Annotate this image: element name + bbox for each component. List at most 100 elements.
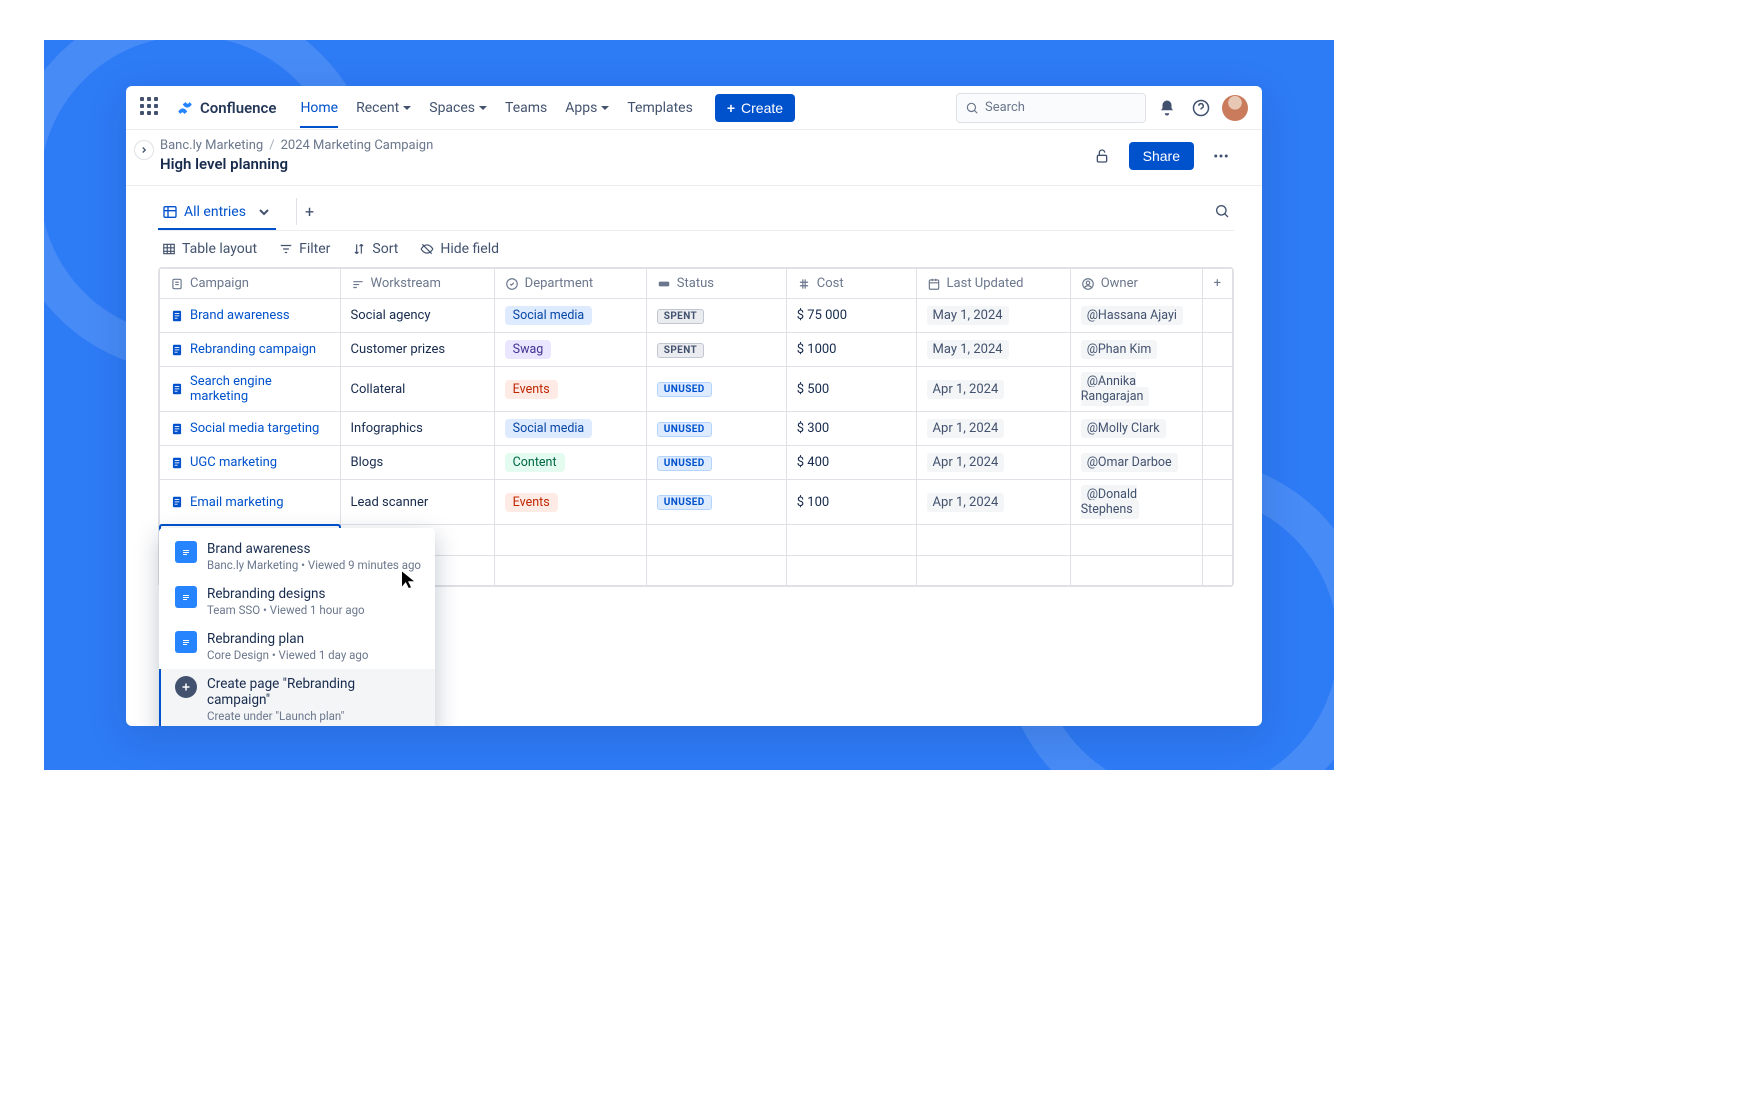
- add-view-button[interactable]: +: [296, 198, 322, 225]
- campaign-link[interactable]: Rebranding campaign: [170, 342, 330, 357]
- date-cell[interactable]: Apr 1, 2024: [916, 367, 1070, 412]
- department-cell[interactable]: Swag: [494, 333, 646, 367]
- owner-cell[interactable]: @Molly Clark: [1070, 412, 1202, 446]
- owner-cell[interactable]: @Omar Darboe: [1070, 446, 1202, 480]
- col-workstream[interactable]: Workstream: [340, 269, 494, 299]
- page-icon: [175, 586, 197, 608]
- status-cell[interactable]: SPENT: [646, 299, 786, 333]
- col-updated[interactable]: Last Updated: [916, 269, 1070, 299]
- col-cost[interactable]: Cost: [786, 269, 916, 299]
- notifications-icon[interactable]: [1154, 95, 1180, 121]
- date-cell[interactable]: Apr 1, 2024: [916, 480, 1070, 525]
- profile-avatar[interactable]: [1222, 95, 1248, 121]
- status-cell[interactable]: UNUSED: [646, 446, 786, 480]
- database-table: Campaign Workstream Department Status Co…: [158, 267, 1234, 587]
- database-content: All entries + Table layout Filter Sort H…: [126, 186, 1262, 607]
- campaign-link[interactable]: UGC marketing: [170, 455, 330, 470]
- breadcrumb-parent[interactable]: 2024 Marketing Campaign: [281, 138, 434, 153]
- create-button[interactable]: Create: [715, 94, 795, 122]
- workstream-cell[interactable]: Blogs: [340, 446, 494, 480]
- department-cell[interactable]: Social media: [494, 412, 646, 446]
- page-header: Banc.ly Marketing/2024 Marketing Campaig…: [126, 130, 1262, 186]
- cost-cell[interactable]: $ 300: [786, 412, 916, 446]
- status-cell[interactable]: UNUSED: [646, 367, 786, 412]
- page-title: High level planning: [160, 155, 433, 173]
- col-status[interactable]: Status: [646, 269, 786, 299]
- col-owner[interactable]: Owner: [1070, 269, 1202, 299]
- status-cell[interactable]: UNUSED: [646, 480, 786, 525]
- view-tab-all-entries[interactable]: All entries: [158, 196, 276, 230]
- table-search-icon[interactable]: [1210, 199, 1234, 227]
- cost-cell[interactable]: $ 100: [786, 480, 916, 525]
- workstream-cell[interactable]: Collateral: [340, 367, 494, 412]
- owner-cell[interactable]: @Annika Rangarajan: [1070, 367, 1202, 412]
- department-cell[interactable]: Events: [494, 480, 646, 525]
- app-switcher-icon[interactable]: [140, 97, 162, 119]
- nav-teams[interactable]: Teams: [505, 100, 547, 116]
- campaign-link[interactable]: Search engine marketing: [170, 374, 330, 404]
- nav-links: Home Recent Spaces Teams Apps Templates: [300, 100, 692, 116]
- product-logo[interactable]: Confluence: [176, 99, 276, 117]
- nav-home[interactable]: Home: [300, 100, 338, 128]
- date-cell[interactable]: Apr 1, 2024: [916, 412, 1070, 446]
- restrictions-icon[interactable]: [1089, 143, 1115, 169]
- dropdown-item[interactable]: Rebranding designsTeam SSO • Viewed 1 ho…: [159, 579, 435, 624]
- dropdown-item[interactable]: Brand awarenessBanc.ly Marketing • Viewe…: [159, 534, 435, 579]
- department-cell[interactable]: Content: [494, 446, 646, 480]
- nav-templates[interactable]: Templates: [627, 100, 693, 116]
- cost-cell[interactable]: $ 500: [786, 367, 916, 412]
- owner-cell[interactable]: @Hassana Ajayi: [1070, 299, 1202, 333]
- hide-field-button[interactable]: Hide field: [420, 241, 499, 257]
- nav-spaces[interactable]: Spaces: [429, 100, 487, 116]
- app-window: Confluence Home Recent Spaces Teams Apps…: [126, 86, 1262, 726]
- nav-apps[interactable]: Apps: [565, 100, 609, 116]
- owner-cell[interactable]: @Donald Stephens: [1070, 480, 1202, 525]
- sidebar-expand-icon[interactable]: [134, 140, 154, 160]
- table-layout-button[interactable]: Table layout: [162, 241, 257, 257]
- workstream-cell[interactable]: Lead scanner: [340, 480, 494, 525]
- table-row: Rebranding campaign Customer prizesSwagSP…: [160, 333, 1233, 367]
- table-row: Email marketing Lead scannerEventsUNUSED$…: [160, 480, 1233, 525]
- workstream-cell[interactable]: Infographics: [340, 412, 494, 446]
- owner-cell[interactable]: @Phan Kim: [1070, 333, 1202, 367]
- date-cell[interactable]: May 1, 2024: [916, 333, 1070, 367]
- search-input[interactable]: Search: [956, 93, 1146, 123]
- workstream-cell[interactable]: Social agency: [340, 299, 494, 333]
- cost-cell[interactable]: $ 1000: [786, 333, 916, 367]
- table-row: Brand awareness Social agencySocial media…: [160, 299, 1233, 333]
- filter-button[interactable]: Filter: [279, 241, 330, 257]
- share-button[interactable]: Share: [1129, 142, 1194, 170]
- col-campaign[interactable]: Campaign: [160, 269, 341, 299]
- cost-cell[interactable]: $ 400: [786, 446, 916, 480]
- more-actions-icon[interactable]: [1208, 143, 1234, 169]
- campaign-link[interactable]: Social media targeting: [170, 421, 330, 436]
- table-header-row: Campaign Workstream Department Status Co…: [160, 269, 1233, 299]
- add-column-button[interactable]: +: [1202, 269, 1232, 299]
- help-icon[interactable]: [1188, 95, 1214, 121]
- department-cell[interactable]: Social media: [494, 299, 646, 333]
- workstream-cell[interactable]: Customer prizes: [340, 333, 494, 367]
- breadcrumb-space[interactable]: Banc.ly Marketing: [160, 138, 263, 153]
- table-row: Search engine marketing CollateralEventsU…: [160, 367, 1233, 412]
- view-toolbar: Table layout Filter Sort Hide field: [158, 231, 1234, 267]
- dropdown-item[interactable]: Create page "Rebranding campaign"Create …: [159, 669, 435, 726]
- database-icon: [162, 204, 178, 220]
- cost-cell[interactable]: $ 75 000: [786, 299, 916, 333]
- autocomplete-dropdown: Brand awarenessBanc.ly Marketing • Viewe…: [159, 528, 435, 726]
- department-cell[interactable]: Events: [494, 367, 646, 412]
- sort-button[interactable]: Sort: [352, 241, 398, 257]
- table-row: Social media targeting InfographicsSocial…: [160, 412, 1233, 446]
- table-row: UGC marketing BlogsContentUNUSED$ 400Apr …: [160, 446, 1233, 480]
- search-icon: [965, 101, 979, 115]
- dropdown-item[interactable]: Rebranding planCore Design • Viewed 1 da…: [159, 624, 435, 669]
- campaign-link[interactable]: Email marketing: [170, 495, 330, 510]
- status-cell[interactable]: UNUSED: [646, 412, 786, 446]
- product-name: Confluence: [200, 99, 276, 117]
- campaign-link[interactable]: Brand awareness: [170, 308, 330, 323]
- date-cell[interactable]: May 1, 2024: [916, 299, 1070, 333]
- status-cell[interactable]: SPENT: [646, 333, 786, 367]
- nav-recent[interactable]: Recent: [356, 100, 411, 116]
- col-department[interactable]: Department: [494, 269, 646, 299]
- date-cell[interactable]: Apr 1, 2024: [916, 446, 1070, 480]
- plus-icon: [175, 676, 197, 698]
